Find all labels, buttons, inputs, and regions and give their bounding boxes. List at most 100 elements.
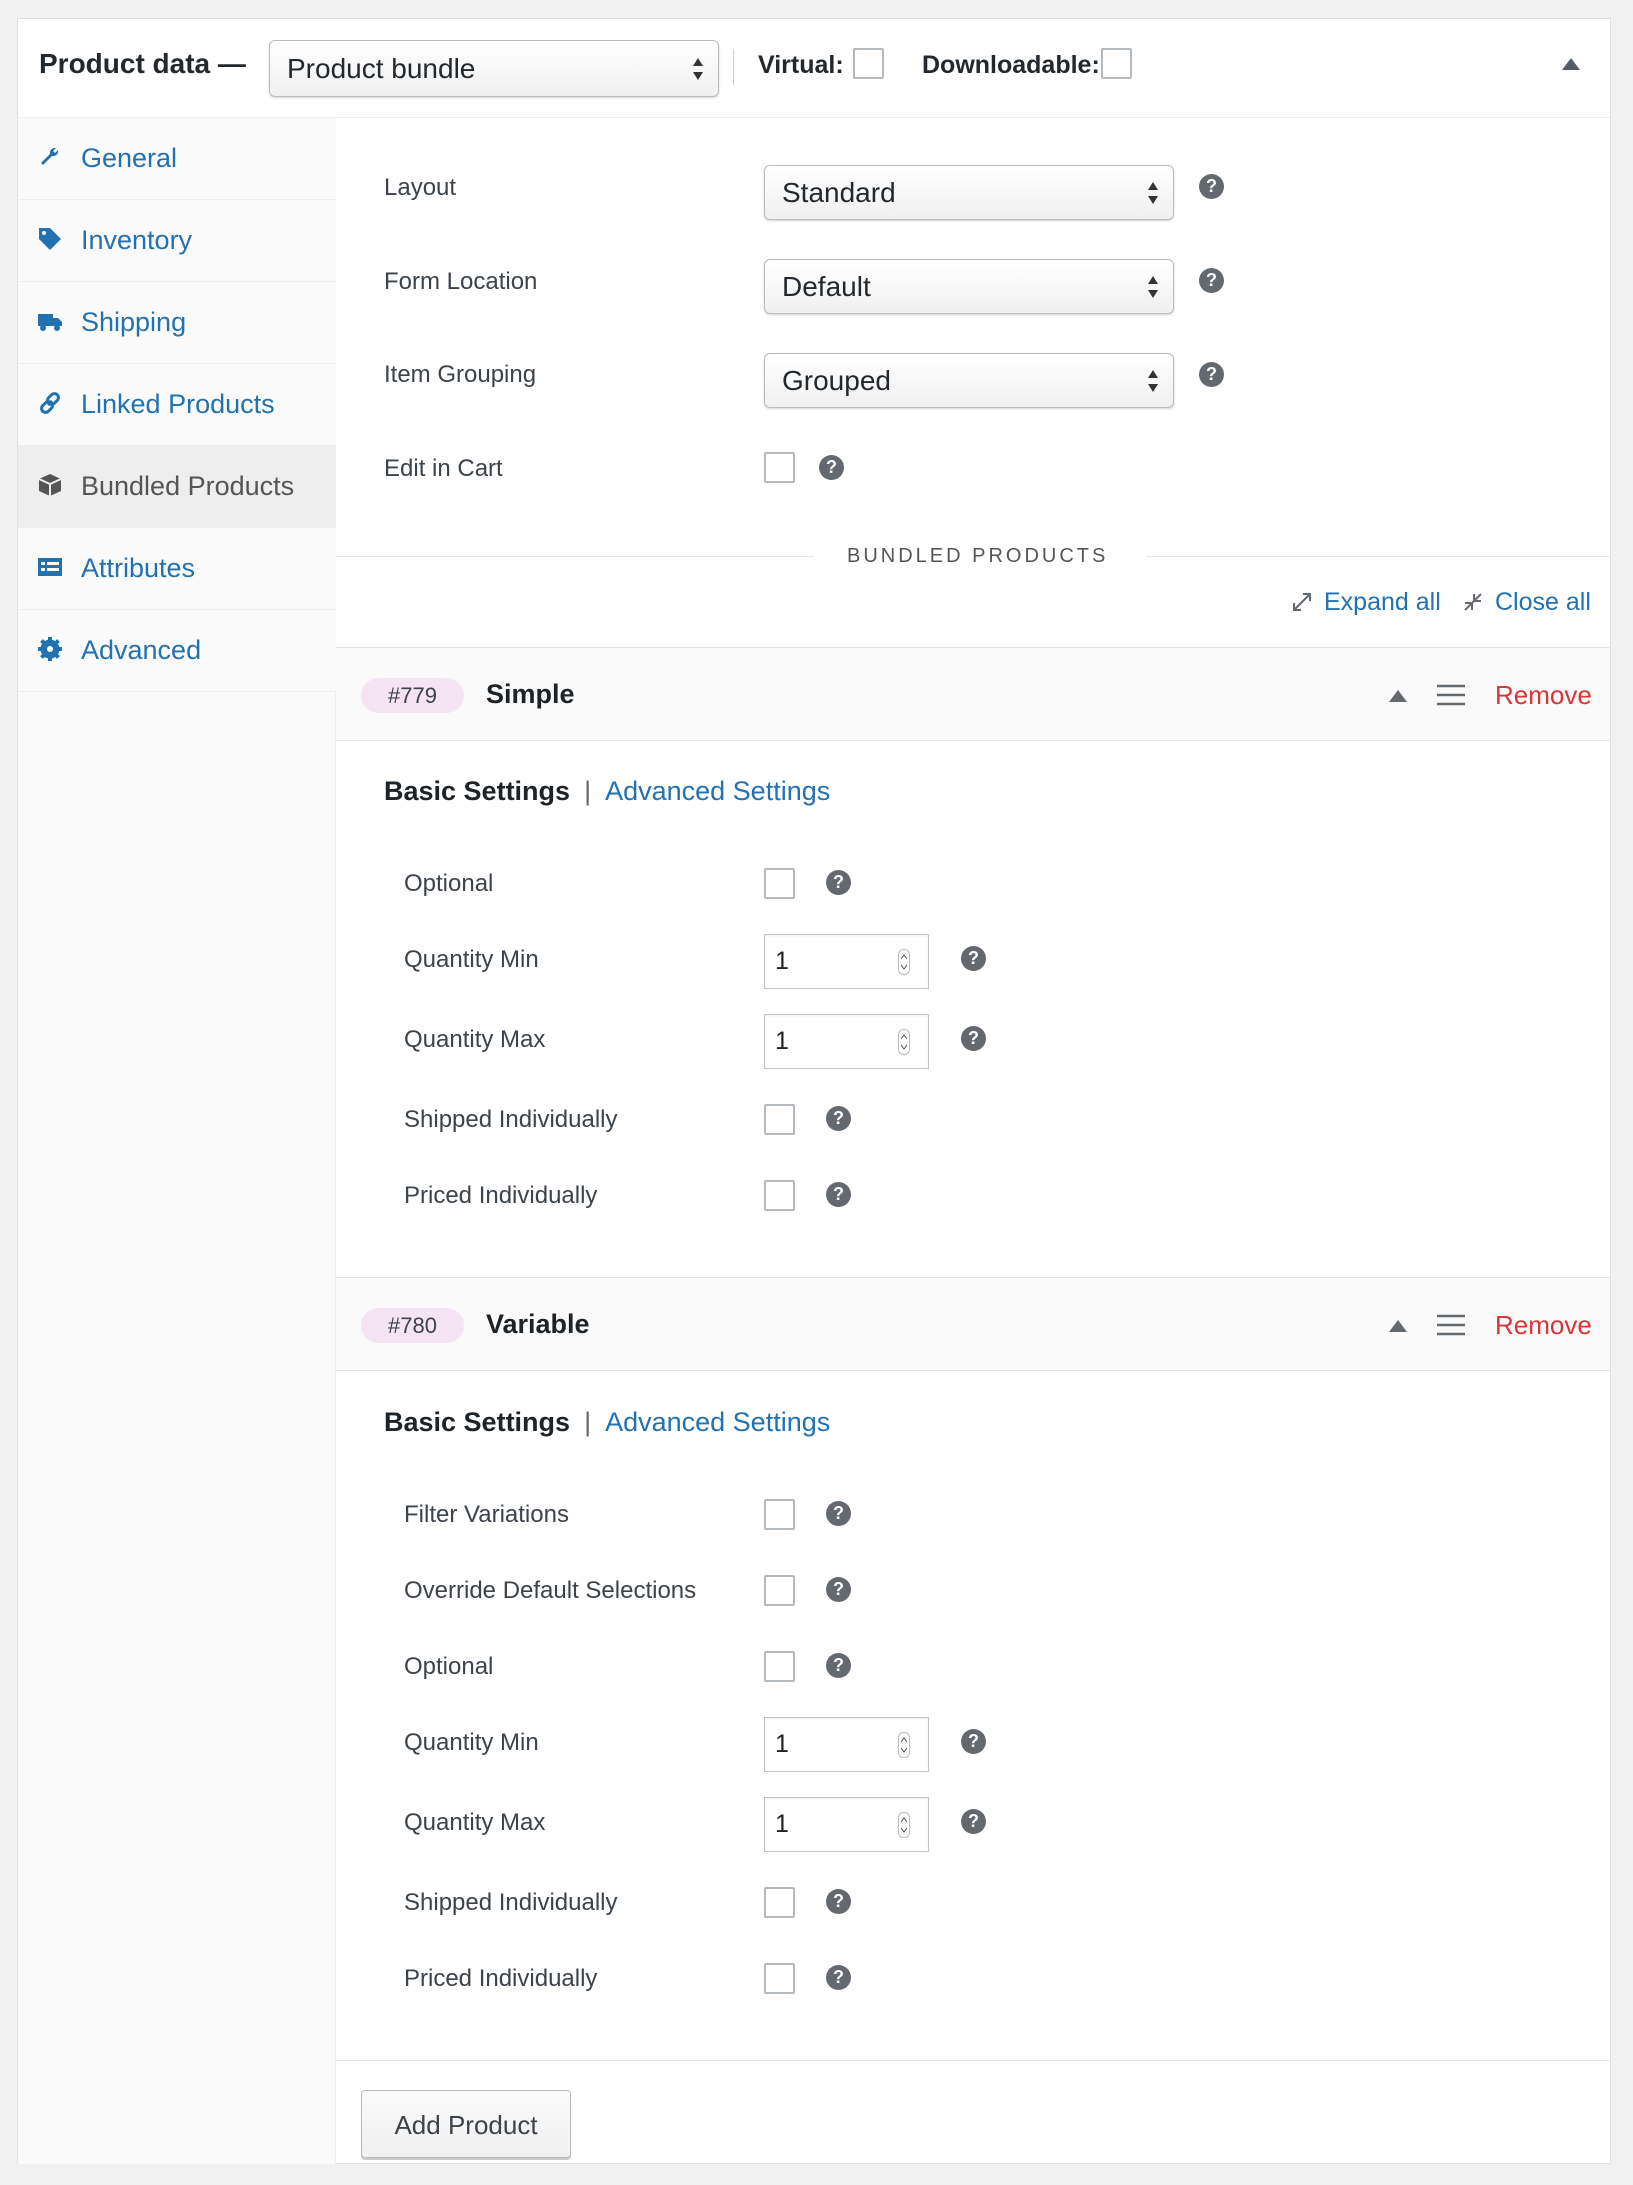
- bundled-products-section-title: BUNDLED PRODUCTS: [847, 545, 1109, 567]
- sidebar-item-label: Linked Products: [81, 389, 275, 419]
- gear-icon: [38, 637, 62, 661]
- bundled-item-header[interactable]: #779 Simple Remove: [336, 647, 1610, 741]
- sidebar-item-bundled-products[interactable]: Bundled Products: [18, 446, 336, 528]
- sidebar-item-label: Inventory: [81, 225, 193, 255]
- shipped-individually-checkbox[interactable]: [764, 1104, 795, 1135]
- override-default-selections-label: Override Default Selections: [404, 1577, 697, 1604]
- help-icon[interactable]: ?: [826, 870, 851, 895]
- basic-settings-tab[interactable]: Basic Settings: [384, 1407, 570, 1437]
- optional-checkbox[interactable]: [764, 1651, 795, 1682]
- item-settings-tabs: Basic Settings | Advanced Settings: [384, 776, 830, 807]
- sidebar-item-label: Advanced: [81, 635, 202, 665]
- virtual-checkbox[interactable]: [853, 48, 884, 79]
- product-data-header: Product data — Product bundle Virtual: D…: [18, 19, 1610, 118]
- expand-icon: [1293, 593, 1311, 611]
- sidebar-item-label: Attributes: [81, 553, 196, 583]
- filter-variations-checkbox[interactable]: [764, 1499, 795, 1530]
- quantity-min-label: Quantity Min: [404, 1729, 539, 1756]
- advanced-settings-tab[interactable]: Advanced Settings: [605, 776, 830, 806]
- item-title: Simple: [486, 679, 575, 709]
- wrench-icon: [41, 147, 59, 165]
- sidebar-item-linked-products[interactable]: Linked Products: [18, 364, 336, 446]
- drag-handle-icon[interactable]: [1437, 684, 1465, 706]
- item-grouping-select[interactable]: Grouped: [764, 353, 1174, 408]
- box-icon: [38, 474, 62, 496]
- product-data-panel: Product data — Product bundle Virtual: D…: [17, 18, 1611, 2164]
- override-default-selections-checkbox[interactable]: [764, 1575, 795, 1606]
- help-icon[interactable]: ?: [826, 1653, 851, 1678]
- header-separator: [733, 49, 734, 85]
- sidebar-item-general[interactable]: General: [18, 118, 336, 200]
- collapse-item-icon[interactable]: [1389, 690, 1407, 702]
- quantity-max-value: 1: [775, 1027, 789, 1055]
- shipped-individually-checkbox[interactable]: [764, 1887, 795, 1918]
- help-icon[interactable]: ?: [826, 1501, 851, 1526]
- sidebar-item-attributes[interactable]: Attributes: [18, 528, 336, 610]
- sidebar-item-advanced[interactable]: Advanced: [18, 610, 336, 692]
- collapse-item-icon[interactable]: [1389, 1320, 1407, 1332]
- downloadable-checkbox[interactable]: [1101, 48, 1132, 79]
- stepper-arrows-icon[interactable]: [898, 949, 910, 975]
- add-product-button[interactable]: Add Product: [361, 2090, 571, 2158]
- item-id-badge: #779: [361, 678, 464, 713]
- form-location-select[interactable]: Default: [764, 259, 1174, 314]
- remove-item-link[interactable]: Remove: [1495, 1310, 1592, 1341]
- help-icon[interactable]: ?: [826, 1106, 851, 1131]
- quantity-min-label: Quantity Min: [404, 946, 539, 973]
- help-icon[interactable]: ?: [826, 1182, 851, 1207]
- select-arrows-icon: [1148, 369, 1158, 392]
- stepper-arrows-icon[interactable]: [898, 1029, 910, 1055]
- product-type-select[interactable]: Product bundle: [269, 40, 719, 97]
- help-icon[interactable]: ?: [819, 455, 844, 480]
- sidebar-item-shipping[interactable]: Shipping: [18, 282, 336, 364]
- filter-variations-label: Filter Variations: [404, 1501, 569, 1528]
- basic-settings-tab[interactable]: Basic Settings: [384, 776, 570, 806]
- select-arrows-icon: [1148, 275, 1158, 298]
- help-icon[interactable]: ?: [1199, 174, 1224, 199]
- remove-item-link[interactable]: Remove: [1495, 680, 1592, 711]
- quantity-max-label: Quantity Max: [404, 1809, 546, 1836]
- expand-all-link[interactable]: Expand all: [1324, 588, 1441, 617]
- quantity-min-input[interactable]: 1: [764, 934, 929, 989]
- help-icon[interactable]: ?: [826, 1965, 851, 1990]
- help-icon[interactable]: ?: [961, 946, 986, 971]
- layout-label: Layout: [384, 174, 457, 201]
- quantity-min-value: 1: [775, 1730, 789, 1758]
- item-title: Variable: [486, 1309, 590, 1339]
- quantity-min-value: 1: [775, 947, 789, 975]
- priced-individually-label: Priced Individually: [404, 1182, 598, 1209]
- quantity-max-input[interactable]: 1: [764, 1797, 929, 1852]
- advanced-settings-tab[interactable]: Advanced Settings: [605, 1407, 830, 1437]
- help-icon[interactable]: ?: [961, 1809, 986, 1834]
- close-all-link[interactable]: Close all: [1495, 588, 1591, 617]
- stepper-arrows-icon[interactable]: [898, 1732, 910, 1758]
- layout-select[interactable]: Standard: [764, 165, 1174, 220]
- help-icon[interactable]: ?: [1199, 362, 1224, 387]
- item-settings-tabs: Basic Settings | Advanced Settings: [384, 1407, 830, 1438]
- help-icon[interactable]: ?: [961, 1026, 986, 1051]
- help-icon[interactable]: ?: [961, 1729, 986, 1754]
- sidebar-item-inventory[interactable]: Inventory: [18, 200, 336, 282]
- priced-individually-checkbox[interactable]: [764, 1180, 795, 1211]
- quantity-max-input[interactable]: 1: [764, 1014, 929, 1069]
- footer-divider: [336, 2060, 1610, 2061]
- edit-in-cart-checkbox[interactable]: [764, 452, 795, 483]
- help-icon[interactable]: ?: [826, 1889, 851, 1914]
- quantity-min-input[interactable]: 1: [764, 1717, 929, 1772]
- bundled-item-header[interactable]: #780 Variable Remove: [336, 1277, 1610, 1371]
- stepper-arrows-icon[interactable]: [898, 1812, 910, 1838]
- drag-handle-icon[interactable]: [1437, 1314, 1465, 1336]
- list-icon: [38, 558, 62, 576]
- sidebar-item-label: Bundled Products: [81, 471, 295, 501]
- optional-checkbox[interactable]: [764, 868, 795, 899]
- help-icon[interactable]: ?: [1199, 268, 1224, 293]
- priced-individually-checkbox[interactable]: [764, 1963, 795, 1994]
- collapse-panel-icon[interactable]: [1562, 58, 1580, 70]
- bundled-products-panel: Layout Standard ? Form Location Default …: [336, 118, 1610, 2164]
- product-data-tabs: General Inventory Shipping Linked Produc…: [18, 118, 336, 2164]
- help-icon[interactable]: ?: [826, 1577, 851, 1602]
- virtual-label: Virtual:: [758, 51, 844, 79]
- product-data-title: Product data —: [39, 48, 246, 79]
- shipped-individually-label: Shipped Individually: [404, 1106, 618, 1133]
- truck-icon: [38, 314, 62, 331]
